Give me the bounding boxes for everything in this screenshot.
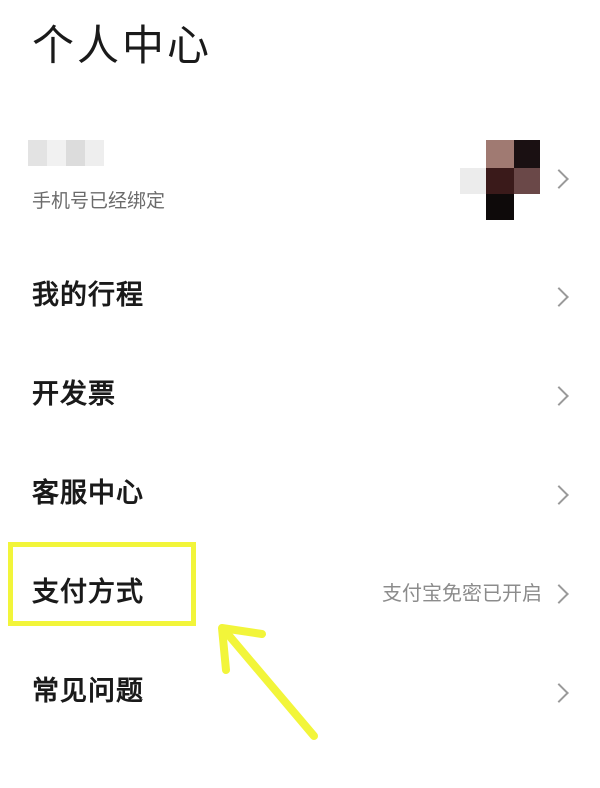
menu-item-my-trips[interactable]: 我的行程 — [0, 246, 600, 345]
menu-item-label: 常见问题 — [32, 676, 144, 707]
chevron-right-icon — [549, 287, 569, 307]
menu-item-customer-service[interactable]: 客服中心 — [0, 444, 600, 543]
chevron-right-icon — [549, 683, 569, 703]
chevron-right-icon — [549, 584, 569, 604]
menu-item-faq[interactable]: 常见问题 — [0, 642, 600, 741]
page-title: 个人中心 — [32, 21, 213, 70]
chevron-right-icon — [549, 386, 569, 406]
chevron-right-icon — [549, 169, 569, 189]
profile-name-pixelated — [28, 140, 104, 166]
menu-item-invoice[interactable]: 开发票 — [0, 345, 600, 444]
menu-item-payment-method[interactable]: 支付方式 支付宝免密已开启 — [0, 543, 600, 642]
avatar[interactable] — [460, 140, 540, 220]
chevron-right-icon — [549, 485, 569, 505]
menu-item-label: 支付方式 — [32, 577, 144, 608]
menu-item-label: 我的行程 — [32, 280, 144, 311]
menu-item-label: 开发票 — [32, 379, 116, 410]
phone-bound-status: 手机号已经绑定 — [32, 190, 166, 212]
menu-list: 我的行程 开发票 客服中心 支付方式 支付宝免密已开启 常见问题 — [0, 246, 600, 741]
profile-row[interactable]: 手机号已经绑定 — [0, 128, 600, 228]
personal-center-page: 个人中心 手机号已经绑定 我的行程 开发票 客服中心 支付方式 支付宝免密已开启… — [0, 0, 600, 788]
payment-method-status: 支付宝免密已开启 — [382, 581, 542, 605]
menu-item-label: 客服中心 — [32, 478, 144, 509]
